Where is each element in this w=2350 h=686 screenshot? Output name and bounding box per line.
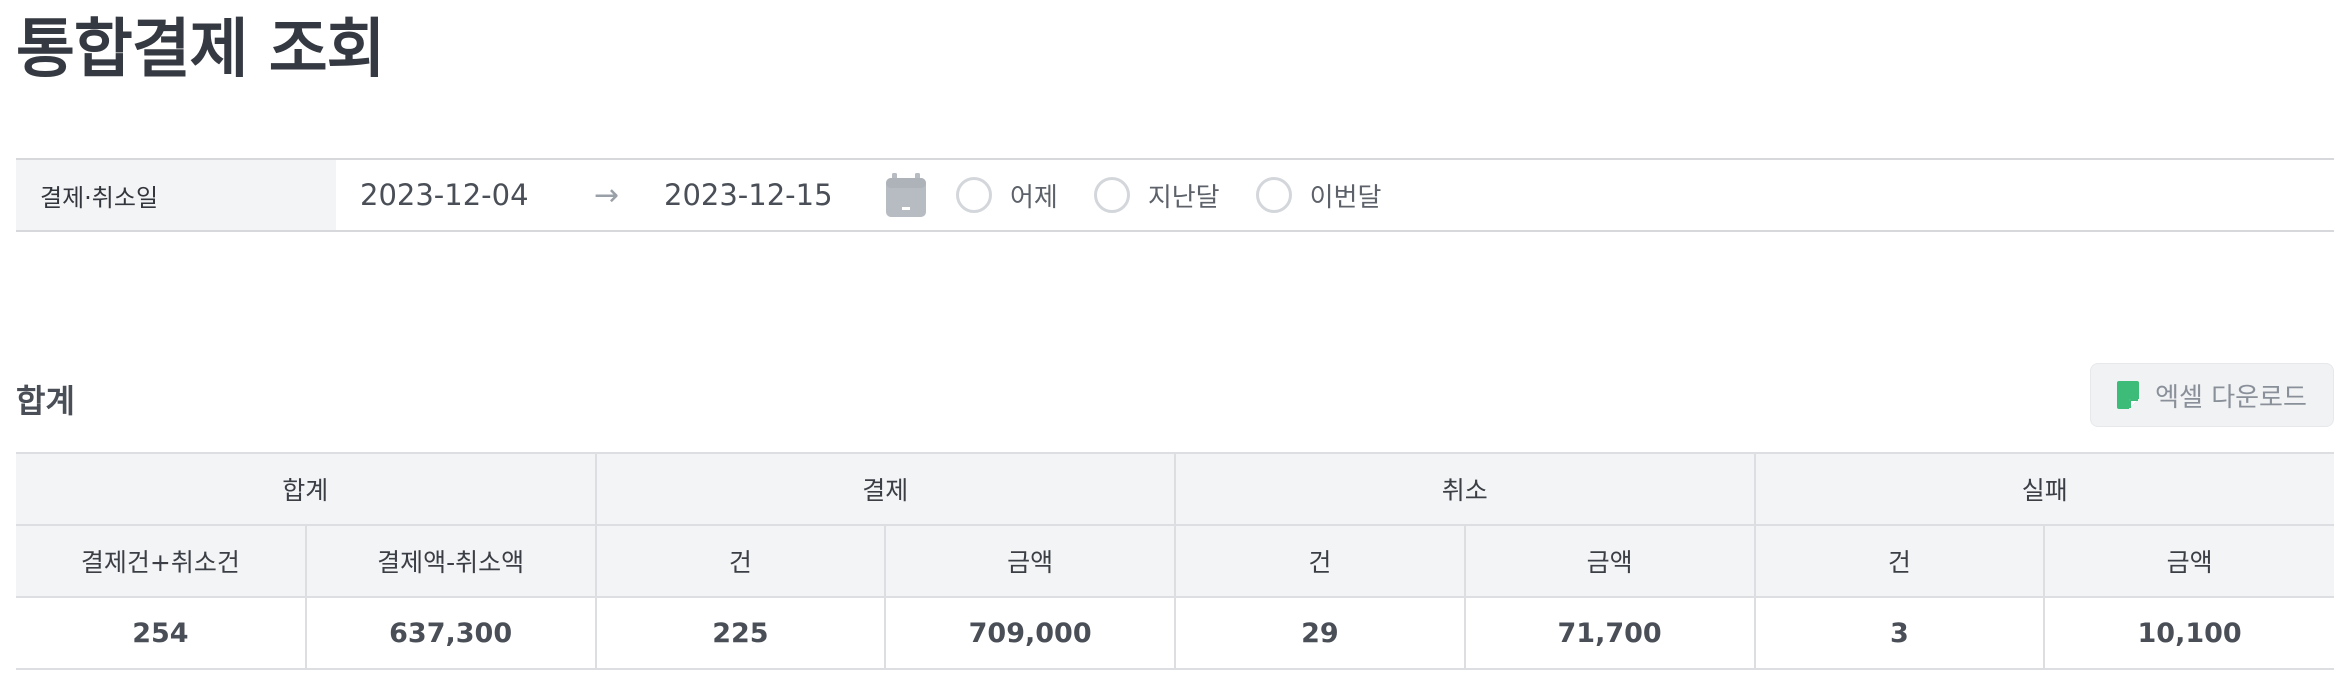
date-filter-bar: 결제·취소일 → 어제 지난달 이번달 <box>16 158 2334 232</box>
radio-circle[interactable] <box>1093 177 1130 213</box>
radio-yesterday[interactable]: 어제 <box>956 177 1058 214</box>
group-header-fail: 실패 <box>1754 452 2334 526</box>
column-header: 건 <box>594 524 887 598</box>
group-header-total: 합계 <box>16 452 597 526</box>
date-filter-label: 결제·취소일 <box>16 160 336 230</box>
summary-table: 합계 결제 취소 실패 결제건+취소건 결제액-취소액 건 금액 건 금액 건 … <box>16 452 2334 670</box>
table-cell: 637,300 <box>304 596 597 670</box>
table-column-header-row: 결제건+취소건 결제액-취소액 건 금액 건 금액 건 금액 <box>16 524 2334 598</box>
table-cell: 3 <box>1753 596 2046 670</box>
table-cell: 225 <box>594 596 887 670</box>
radio-this-month[interactable]: 이번달 <box>1255 177 1382 214</box>
table-row: 254 637,300 225 709,000 29 71,700 3 10,1… <box>16 596 2334 670</box>
radio-circle[interactable] <box>1255 177 1292 213</box>
column-header: 금액 <box>2043 524 2334 598</box>
excel-file-icon <box>2117 381 2140 409</box>
column-header: 금액 <box>1463 524 1756 598</box>
table-cell: 71,700 <box>1463 596 1756 670</box>
table-cell: 254 <box>16 596 307 670</box>
column-header: 결제건+취소건 <box>16 524 307 598</box>
column-header: 금액 <box>884 524 1176 598</box>
radio-last-month[interactable]: 지난달 <box>1093 177 1220 214</box>
radio-label: 이번달 <box>1309 182 1382 213</box>
page-title: 통합결제 조회 <box>16 13 386 87</box>
table-group-header-row: 합계 결제 취소 실패 <box>16 452 2334 526</box>
excel-download-label: 엑셀 다운로드 <box>2155 382 2307 413</box>
table-cell: 10,100 <box>2043 596 2334 670</box>
calendar-icon[interactable] <box>886 173 926 217</box>
start-date-input[interactable] <box>336 160 594 230</box>
arrow-right-icon: → <box>594 177 620 213</box>
radio-circle[interactable] <box>956 177 992 213</box>
group-header-payment: 결제 <box>595 452 1176 526</box>
column-header: 결제액-취소액 <box>304 524 597 598</box>
end-date-input[interactable] <box>640 160 872 230</box>
column-header: 건 <box>1174 524 1466 598</box>
table-cell: 709,000 <box>884 596 1176 670</box>
radio-label: 어제 <box>1010 182 1058 213</box>
section-title: 합계 <box>16 382 75 420</box>
column-header: 건 <box>1753 524 2046 598</box>
excel-download-button[interactable]: 엑셀 다운로드 <box>2090 363 2334 427</box>
group-header-cancel: 취소 <box>1175 452 1756 526</box>
radio-label: 지난달 <box>1147 182 1220 213</box>
table-cell: 29 <box>1174 596 1466 670</box>
